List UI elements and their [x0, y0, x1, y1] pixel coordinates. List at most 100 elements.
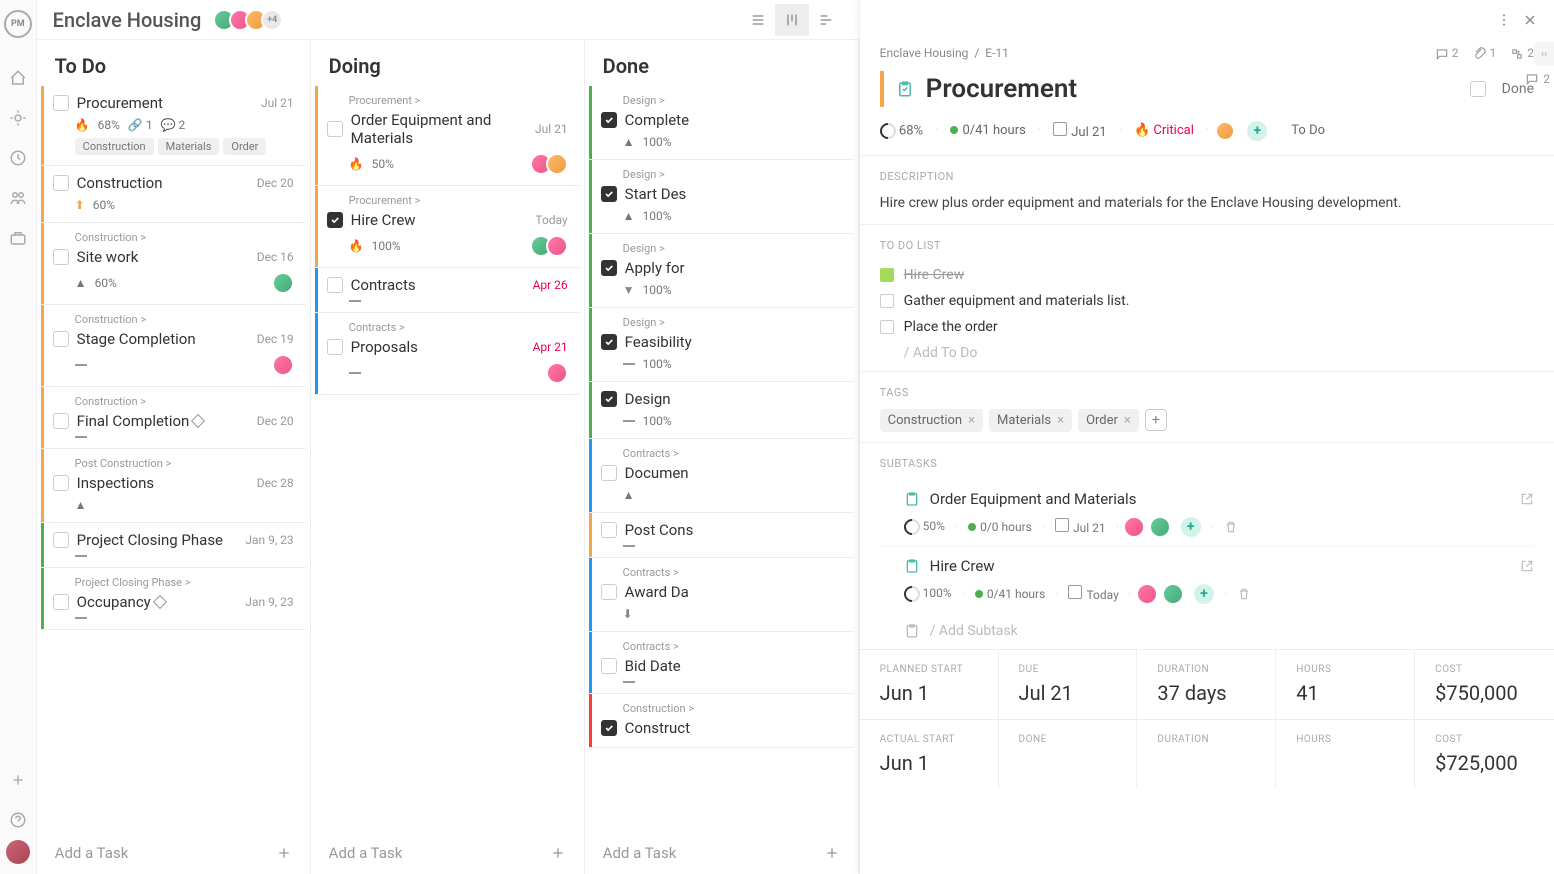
- card-checkbox[interactable]: [327, 212, 343, 228]
- task-card[interactable]: Design >Apply for▼100%: [589, 234, 854, 308]
- progress-metric[interactable]: 68%: [880, 123, 923, 139]
- side-comments-tab[interactable]: 2: [1525, 72, 1550, 86]
- todo-item[interactable]: Place the order: [880, 314, 1534, 340]
- task-card[interactable]: ConstructionDec 20⬆60%: [41, 166, 306, 223]
- card-checkbox[interactable]: [327, 339, 343, 355]
- card-checkbox[interactable]: [327, 121, 343, 137]
- card-checkbox[interactable]: [327, 277, 343, 293]
- add-tag-button[interactable]: +: [1145, 409, 1167, 431]
- task-card[interactable]: Procurement >Hire CrewToday🔥100%: [315, 186, 580, 268]
- clock-icon[interactable]: [8, 148, 28, 168]
- card-checkbox[interactable]: [53, 532, 69, 548]
- add-assignee-button[interactable]: +: [1181, 517, 1201, 537]
- project-members[interactable]: +4: [213, 9, 283, 31]
- task-card[interactable]: Construction >Stage CompletionDec 19: [41, 305, 306, 387]
- task-title[interactable]: Procurement: [926, 74, 1458, 104]
- status-metric[interactable]: To Do: [1291, 123, 1325, 138]
- card-checkbox[interactable]: [601, 720, 617, 736]
- task-card[interactable]: Contracts >Bid Date: [589, 632, 854, 694]
- card-checkbox[interactable]: [601, 186, 617, 202]
- home-icon[interactable]: [8, 68, 28, 88]
- todo-checkbox[interactable]: [880, 320, 894, 334]
- add-task-button[interactable]: Add a Task: [585, 832, 858, 874]
- briefcase-icon[interactable]: [8, 228, 28, 248]
- card-checkbox[interactable]: [53, 249, 69, 265]
- board-view-button[interactable]: [775, 4, 809, 36]
- tag-chip[interactable]: Order×: [1078, 409, 1139, 432]
- subtasks-count[interactable]: 2: [1510, 46, 1534, 61]
- breadcrumb-project[interactable]: Enclave Housing: [880, 46, 969, 60]
- card-checkbox[interactable]: [53, 475, 69, 491]
- card-checkbox[interactable]: [601, 112, 617, 128]
- hours-metric[interactable]: 0/41 hours: [950, 123, 1025, 138]
- user-avatar[interactable]: [6, 840, 30, 864]
- card-checkbox[interactable]: [53, 95, 69, 111]
- task-card[interactable]: Contracts >Documen▲: [589, 439, 854, 513]
- card-checkbox[interactable]: [601, 522, 617, 538]
- open-external-icon[interactable]: [1520, 492, 1534, 506]
- collapse-icon[interactable]: ‹‹: [1534, 42, 1554, 66]
- open-external-icon[interactable]: [1520, 559, 1534, 573]
- task-card[interactable]: Design >Start Des▲100%: [589, 160, 854, 234]
- attachments-count[interactable]: 1: [1473, 46, 1497, 61]
- subtask-item[interactable]: Order Equipment and Materials 50%·0/0 ho…: [880, 480, 1534, 546]
- card-checkbox[interactable]: [601, 658, 617, 674]
- priority-metric[interactable]: 🔥 Critical: [1134, 123, 1194, 138]
- todo-item[interactable]: Hire Crew: [880, 262, 1534, 288]
- task-card[interactable]: ProcurementJul 21🔥68%🔗 1💬 2ConstructionM…: [41, 86, 306, 166]
- delete-icon[interactable]: [1224, 520, 1238, 534]
- task-card[interactable]: Design100%: [589, 382, 854, 439]
- task-card[interactable]: ContractsApr 26: [315, 268, 580, 313]
- task-card[interactable]: Construction >Construct: [589, 694, 854, 748]
- add-task-button[interactable]: Add a Task: [37, 832, 310, 874]
- task-card[interactable]: Construction >Final CompletionDec 20: [41, 387, 306, 449]
- task-card[interactable]: Procurement >Order Equipment and Materia…: [315, 86, 580, 186]
- add-subtask-input[interactable]: / Add Subtask: [880, 613, 1534, 639]
- people-icon[interactable]: [8, 188, 28, 208]
- task-card[interactable]: Contracts >Award Da⬇: [589, 558, 854, 632]
- card-checkbox[interactable]: [601, 391, 617, 407]
- app-logo[interactable]: PM: [4, 10, 32, 38]
- task-card[interactable]: Post Cons: [589, 513, 854, 558]
- assignee-avatar[interactable]: [1215, 121, 1235, 141]
- add-task-button[interactable]: Add a Task: [311, 832, 584, 874]
- tag-remove-icon[interactable]: ×: [968, 413, 975, 428]
- todo-checkbox[interactable]: [880, 268, 894, 282]
- task-card[interactable]: Project Closing PhaseJan 9, 23: [41, 523, 306, 568]
- card-checkbox[interactable]: [601, 334, 617, 350]
- card-checkbox[interactable]: [53, 175, 69, 191]
- card-checkbox[interactable]: [601, 465, 617, 481]
- close-icon[interactable]: [1522, 12, 1538, 28]
- task-card[interactable]: Design >Feasibility100%: [589, 308, 854, 382]
- todo-item[interactable]: Gather equipment and materials list.: [880, 288, 1534, 314]
- gantt-view-button[interactable]: [809, 4, 843, 36]
- task-card[interactable]: Project Closing Phase >OccupancyJan 9, 2…: [41, 568, 306, 630]
- add-icon[interactable]: [8, 770, 28, 790]
- task-card[interactable]: Contracts >ProposalsApr 21: [315, 313, 580, 395]
- add-assignee-button[interactable]: +: [1194, 584, 1214, 604]
- task-card[interactable]: Design >Complete▲100%: [589, 86, 854, 160]
- card-checkbox[interactable]: [601, 584, 617, 600]
- task-card[interactable]: Construction >Site workDec 16▲60%: [41, 223, 306, 305]
- delete-icon[interactable]: [1237, 587, 1251, 601]
- date-metric[interactable]: Jul 21: [1053, 122, 1106, 140]
- description-text[interactable]: Hire crew plus order equipment and mater…: [880, 193, 1534, 214]
- help-icon[interactable]: [8, 810, 28, 830]
- task-card[interactable]: Post Construction >InspectionsDec 28▲: [41, 449, 306, 523]
- card-checkbox[interactable]: [53, 413, 69, 429]
- tag-remove-icon[interactable]: ×: [1124, 413, 1131, 428]
- card-checkbox[interactable]: [601, 260, 617, 276]
- tag-chip[interactable]: Materials×: [989, 409, 1072, 432]
- comments-count[interactable]: 2: [1435, 46, 1459, 61]
- tag-remove-icon[interactable]: ×: [1057, 413, 1064, 428]
- list-view-button[interactable]: [741, 4, 775, 36]
- more-icon[interactable]: [1496, 12, 1512, 28]
- add-todo-input[interactable]: / Add To Do: [880, 340, 1534, 361]
- card-checkbox[interactable]: [53, 331, 69, 347]
- todo-checkbox[interactable]: [880, 294, 894, 308]
- card-checkbox[interactable]: [53, 594, 69, 610]
- activity-icon[interactable]: [8, 108, 28, 128]
- subtask-item[interactable]: Hire Crew 100%·0/41 hours·Today·+·: [880, 546, 1534, 613]
- add-assignee-button[interactable]: +: [1247, 121, 1267, 141]
- tag-chip[interactable]: Construction×: [880, 409, 983, 432]
